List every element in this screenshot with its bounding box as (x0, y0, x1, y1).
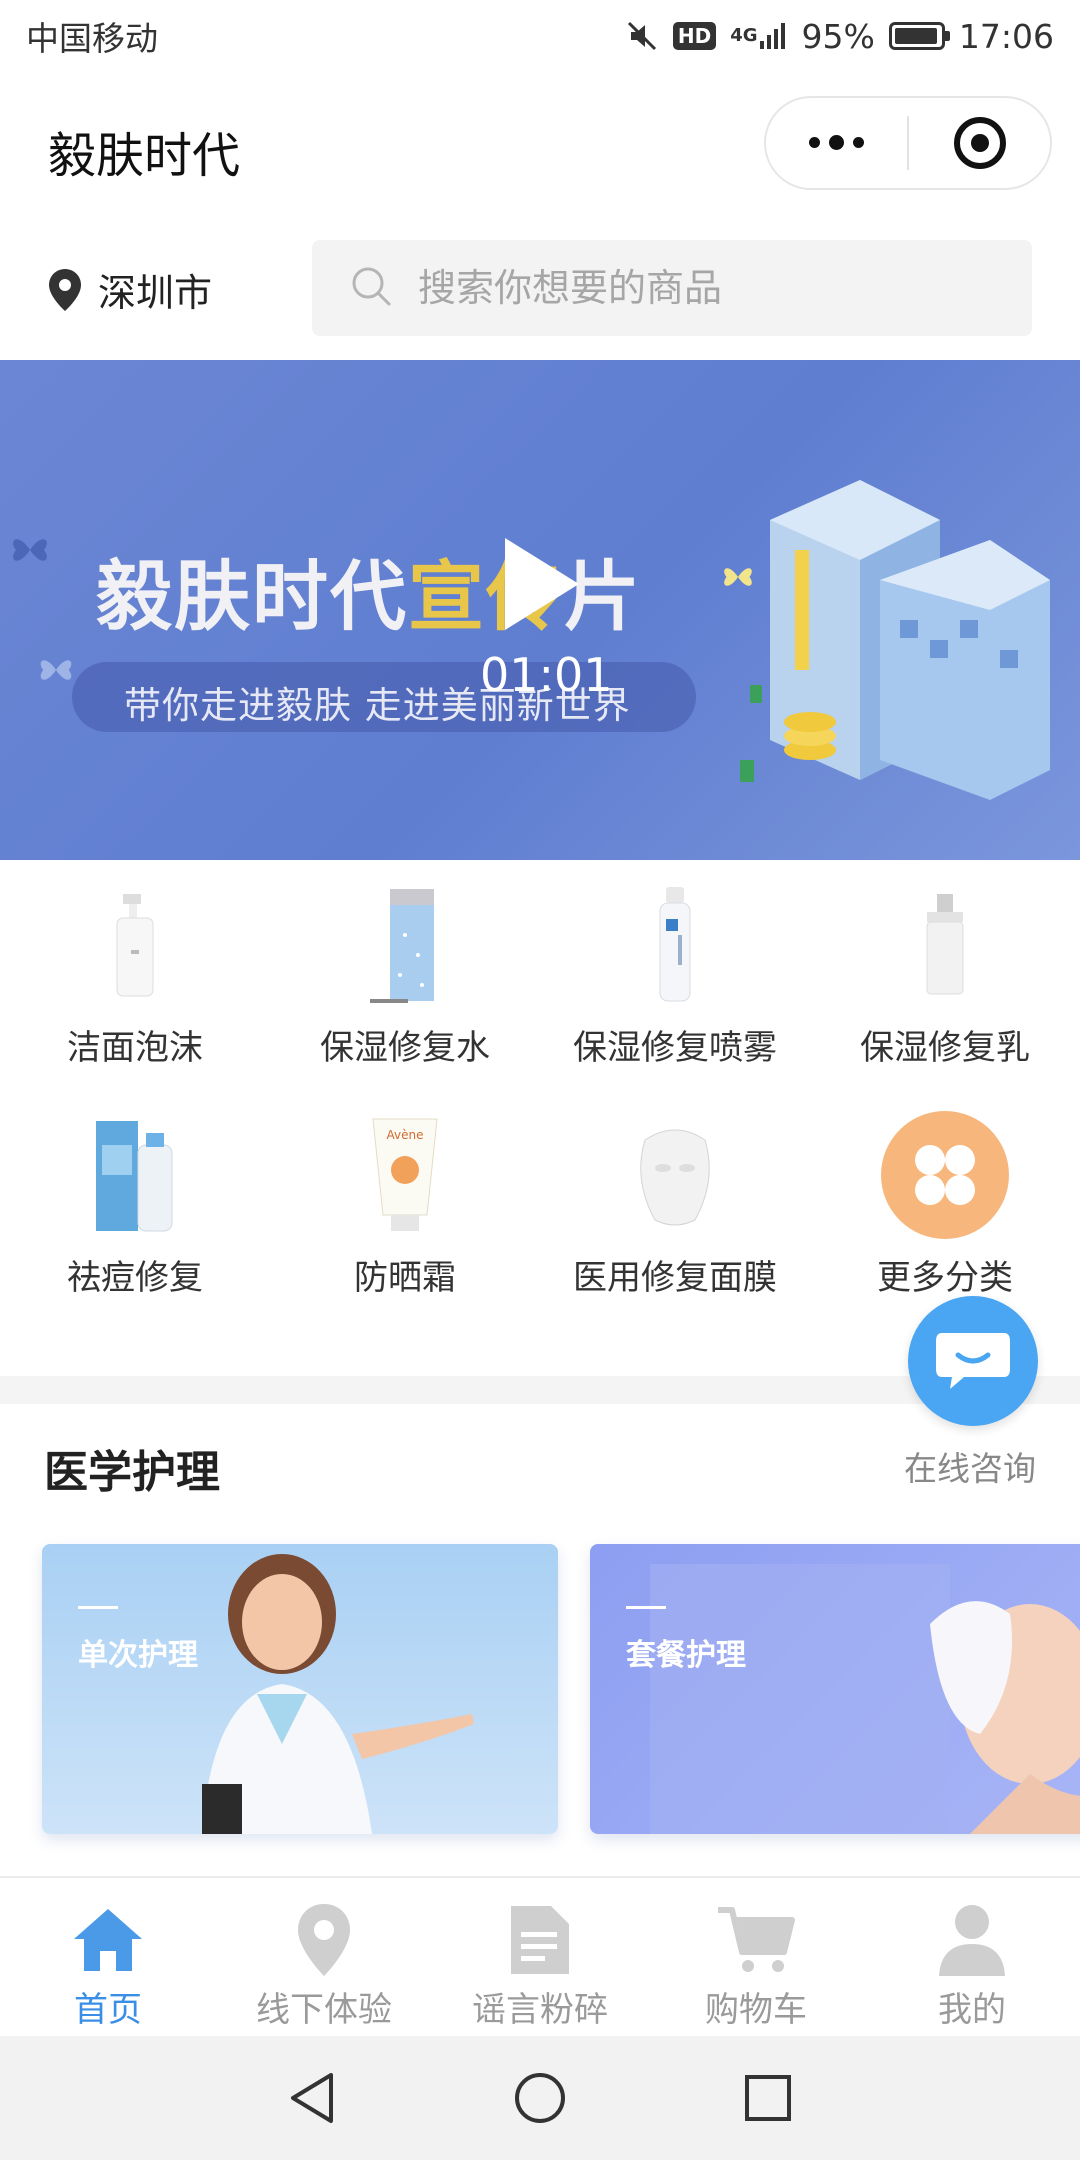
card-title: 单次护理 (78, 1638, 198, 1673)
category-item[interactable]: 更多分类 (810, 1110, 1080, 1320)
cart-icon (714, 1898, 798, 1982)
recents-square-icon (745, 2075, 791, 2121)
clock: 17:06 (958, 16, 1054, 56)
toner-bottle-icon (340, 880, 470, 1010)
tab-rumor-buster[interactable]: 谣言粉碎 (432, 1878, 648, 2036)
more-options-button[interactable] (766, 98, 907, 188)
tab-profile[interactable]: 我的 (864, 1878, 1080, 2036)
tab-home[interactable]: 首页 (0, 1878, 216, 2036)
category-item[interactable]: 洁面泡沫 (0, 880, 270, 1090)
foam-bottle-icon (70, 880, 200, 1010)
document-icon (498, 1898, 582, 1982)
category-label: 保湿修复乳 (860, 1028, 1030, 1068)
close-mini-program-button[interactable] (909, 98, 1050, 188)
map-pin-icon (282, 1898, 366, 1982)
search-input[interactable] (418, 266, 978, 310)
user-icon (930, 1898, 1014, 1982)
svg-text:Avène: Avène (387, 1128, 424, 1142)
recents-button[interactable] (738, 2068, 798, 2128)
chat-bubble-icon (936, 1333, 1010, 1389)
status-icons: HD 4G 95% 17:06 (625, 17, 1054, 56)
search-box[interactable] (312, 240, 1032, 336)
tab-label: 我的 (938, 1990, 1006, 2030)
carrier-name: 中国移动 (26, 19, 158, 58)
category-item[interactable]: 保湿修复水 (270, 880, 540, 1090)
more-grid-icon (880, 1110, 1010, 1240)
tab-label: 线下体验 (256, 1990, 392, 2030)
single-care-card[interactable]: 单次护理 (42, 1544, 558, 1834)
category-item[interactable]: Avène 防晒霜 (270, 1110, 540, 1320)
promo-video-banner[interactable]: 毅肤时代宣传片 带你走进毅肤 走进美丽新世界 01:01 (0, 360, 1080, 860)
tab-label: 购物车 (705, 1990, 807, 2030)
signal-icon: 4G (730, 21, 787, 51)
app-title: 毅肤时代 (48, 128, 241, 184)
mute-icon (625, 19, 659, 53)
category-label: 祛痘修复 (67, 1258, 203, 1298)
category-item[interactable]: 保湿修复乳 (810, 880, 1080, 1090)
tab-label: 谣言粉碎 (472, 1990, 608, 2030)
butterfly-icon (13, 539, 47, 561)
butterfly-icon (40, 660, 72, 680)
face-mask-icon (610, 1110, 740, 1240)
doctor-image (202, 1554, 474, 1834)
model-image (650, 1564, 1080, 1834)
hd-badge: HD (672, 22, 717, 50)
banner-title-main: 毅肤时代 (96, 552, 408, 641)
category-label: 更多分类 (877, 1258, 1013, 1298)
back-triangle-icon (291, 2073, 333, 2123)
online-consult-button[interactable] (908, 1296, 1038, 1426)
battery-icon (888, 22, 950, 50)
more-dots-icon (809, 134, 864, 150)
category-label: 医用修复面膜 (573, 1258, 777, 1298)
tab-cart[interactable]: 购物车 (648, 1878, 864, 2036)
home-icon (66, 1898, 150, 1982)
package-care-card[interactable]: 套餐护理 (590, 1544, 1080, 1834)
target-circle-icon (953, 117, 1006, 169)
location-pin-icon (46, 267, 84, 313)
building-illustration (740, 480, 1050, 800)
tab-offline-experience[interactable]: 线下体验 (216, 1878, 432, 2036)
city-label: 深圳市 (98, 271, 213, 315)
category-label: 洁面泡沫 (67, 1028, 203, 1068)
back-button[interactable] (282, 2068, 342, 2128)
spray-bottle-icon (610, 880, 740, 1010)
play-icon[interactable] (505, 538, 579, 630)
online-consult-label[interactable]: 在线咨询 (904, 1442, 1036, 1490)
card-title: 套餐护理 (626, 1638, 746, 1673)
mini-program-title-bar: 毅肤时代 (0, 92, 1080, 202)
category-label: 防晒霜 (354, 1258, 456, 1298)
home-button[interactable] (510, 2068, 570, 2128)
search-icon (348, 263, 394, 313)
capsule-menu (764, 96, 1052, 190)
title-dash (626, 1606, 666, 1609)
category-item[interactable]: 祛痘修复 (0, 1110, 270, 1320)
video-duration: 01:01 (480, 648, 613, 702)
category-label: 保湿修复喷雾 (573, 1028, 777, 1068)
acne-box-icon (70, 1110, 200, 1240)
tab-label: 首页 (74, 1990, 142, 2030)
status-bar: 中国移动 HD 4G 95% 17:06 (0, 0, 1080, 72)
category-label: 保湿修复水 (320, 1028, 490, 1068)
location-selector[interactable]: 深圳市 (46, 262, 212, 317)
title-dash (78, 1606, 118, 1609)
home-circle-icon (515, 2073, 565, 2123)
butterfly-icon (724, 568, 752, 586)
bottom-tab-bar: 首页 线下体验 谣言粉碎 购物车 我的 (0, 1876, 1080, 2036)
lotion-bottle-icon (880, 880, 1010, 1010)
sunscreen-tube-icon: Avène (340, 1110, 470, 1240)
section-title: 医学护理 (44, 1447, 220, 1498)
category-item[interactable]: 医用修复面膜 (540, 1110, 810, 1320)
battery-percent: 95% (801, 16, 875, 56)
system-navigation-bar (0, 2036, 1080, 2160)
category-item[interactable]: 保湿修复喷雾 (540, 880, 810, 1090)
